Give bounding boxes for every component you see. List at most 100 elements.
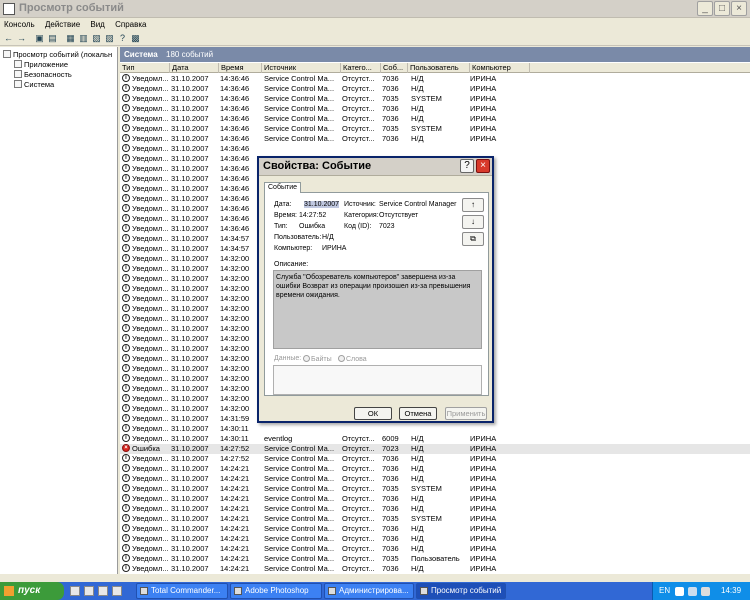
column-category[interactable]: Катего...	[341, 63, 381, 73]
table-cell: 31.10.2007	[171, 424, 209, 433]
task-total-commander[interactable]: Total Commander...	[136, 583, 228, 599]
menu-action[interactable]: Действие	[41, 18, 84, 29]
language-indicator[interactable]: EN	[659, 582, 670, 600]
tree-item-application[interactable]: Приложение	[14, 60, 68, 70]
table-row[interactable]: i Уведомл... 31.10.2007 14:24:21 Service Con…	[120, 484, 750, 494]
table-cell: 7036	[382, 524, 399, 533]
next-event-button[interactable]: ↓	[462, 215, 484, 229]
tree-item-security[interactable]: Безопасность	[14, 70, 72, 80]
table-cell: 31.10.2007	[171, 474, 209, 483]
ok-button[interactable]: ОК	[354, 407, 392, 420]
previous-event-button[interactable]: ↑	[462, 198, 484, 212]
table-cell: 31.10.2007	[171, 494, 209, 503]
table-row[interactable]: × Ошибка 31.10.2007 14:27:52 Service Control…	[120, 444, 750, 454]
info-icon: i	[122, 394, 130, 402]
list-icon[interactable]: ▧	[91, 33, 102, 44]
task-event-viewer[interactable]: Просмотр событий	[416, 583, 506, 599]
table-row[interactable]: i Уведомл... 31.10.2007 14:36:46 Service Con…	[120, 74, 750, 84]
apply-button[interactable]: Применить	[445, 407, 487, 420]
back-icon[interactable]: ←	[3, 33, 14, 44]
column-event[interactable]: Соб...	[381, 63, 408, 73]
menu-view[interactable]: Вид	[86, 18, 108, 29]
column-source[interactable]: Источник	[262, 63, 341, 73]
table-row[interactable]: i Уведомл... 31.10.2007 14:24:21 Service Con…	[120, 534, 750, 544]
table-row[interactable]: i Уведомл... 31.10.2007 14:30:11	[120, 424, 750, 434]
dialog-titlebar[interactable]: Свойства: Событие ? ×	[259, 158, 492, 176]
table-cell: 31.10.2007	[171, 444, 209, 453]
properties-icon[interactable]: ▦	[65, 33, 76, 44]
start-button[interactable]: пуск	[0, 582, 64, 600]
tray-icon[interactable]	[675, 587, 684, 596]
up-folder-icon[interactable]: ▣	[34, 33, 45, 44]
table-cell: Service Control Ma...	[264, 534, 335, 543]
table-row[interactable]: i Уведомл... 31.10.2007 14:36:46 Service Con…	[120, 94, 750, 104]
table-cell: Уведомл...	[132, 484, 169, 493]
dialog-help-button[interactable]: ?	[460, 159, 474, 173]
table-row[interactable]: i Уведомл... 31.10.2007 14:36:46 Service Con…	[120, 84, 750, 94]
table-cell: 7036	[382, 544, 399, 553]
table-row[interactable]: i Уведомл... 31.10.2007 14:24:21 Service Con…	[120, 464, 750, 474]
table-cell: 14:34:57	[220, 244, 250, 253]
table-row[interactable]: i Уведомл... 31.10.2007 14:24:21 Service Con…	[120, 544, 750, 554]
tray-icon[interactable]	[688, 587, 697, 596]
tree-root[interactable]: Просмотр событий (локальн	[3, 50, 112, 60]
tree-item-system[interactable]: Система	[14, 80, 54, 90]
quicklaunch-more-icon[interactable]	[112, 586, 122, 596]
console-icon[interactable]: ▩	[130, 33, 141, 44]
data-field[interactable]	[273, 365, 482, 395]
column-date[interactable]: Дата	[170, 63, 219, 73]
table-cell: 31.10.2007	[171, 224, 209, 233]
description-text[interactable]: Служба "Обозреватель компьютеров" заверш…	[273, 270, 482, 349]
help-icon[interactable]: ?	[117, 33, 128, 44]
show-tree-icon[interactable]: ▤	[47, 33, 58, 44]
column-time[interactable]: Время	[219, 63, 262, 73]
table-row[interactable]: i Уведомл... 31.10.2007 14:24:21 Service Con…	[120, 504, 750, 514]
desktop-icon[interactable]	[70, 586, 80, 596]
column-user[interactable]: Пользователь	[408, 63, 470, 73]
column-type[interactable]: Тип	[120, 63, 170, 73]
minimize-button[interactable]: _	[697, 1, 713, 16]
table-cell: Уведомл...	[132, 94, 169, 103]
computer-value: ИРИНА	[322, 245, 347, 252]
words-radio[interactable]: Слова	[338, 355, 367, 363]
table-cell: 14:32:00	[220, 374, 250, 383]
maximize-button[interactable]: □	[714, 1, 730, 16]
forward-icon[interactable]: →	[16, 33, 27, 44]
task-photoshop[interactable]: Adobe Photoshop	[230, 583, 322, 599]
table-row[interactable]: i Уведомл... 31.10.2007 14:24:21 Service Con…	[120, 554, 750, 564]
table-row[interactable]: i Уведомл... 31.10.2007 14:24:21 Service Con…	[120, 564, 750, 574]
table-row[interactable]: i Уведомл... 31.10.2007 14:24:21 Service Con…	[120, 494, 750, 504]
browser-icon[interactable]	[84, 586, 94, 596]
refresh-icon[interactable]: ▨	[104, 33, 115, 44]
table-row[interactable]: i Уведомл... 31.10.2007 14:24:21 Service Con…	[120, 514, 750, 524]
table-row[interactable]: i Уведомл... 31.10.2007 14:30:11 eventlog Отс…	[120, 434, 750, 444]
table-row[interactable]: i Уведомл... 31.10.2007 14:36:46 Service Con…	[120, 124, 750, 134]
menu-console[interactable]: Консоль	[0, 18, 39, 29]
table-row[interactable]: i Уведомл... 31.10.2007 14:36:46 Service Con…	[120, 134, 750, 144]
table-row[interactable]: i Уведомл... 31.10.2007 14:36:46	[120, 144, 750, 154]
table-row[interactable]: i Уведомл... 31.10.2007 14:24:21 Service Con…	[120, 474, 750, 484]
tab-event[interactable]: Событие	[264, 182, 301, 193]
close-button[interactable]: ×	[731, 1, 747, 16]
table-row[interactable]: i Уведомл... 31.10.2007 14:27:52 Service Con…	[120, 454, 750, 464]
table-row[interactable]: i Уведомл... 31.10.2007 14:24:21 Service Con…	[120, 524, 750, 534]
date-value[interactable]: 31.10.2007	[304, 201, 340, 208]
window-titlebar[interactable]: Просмотр событий _ □ ×	[0, 0, 750, 18]
menu-help[interactable]: Справка	[111, 18, 150, 29]
dialog-close-button[interactable]: ×	[476, 159, 490, 173]
volume-icon[interactable]	[701, 587, 710, 596]
export-icon[interactable]: ▥	[78, 33, 89, 44]
media-icon[interactable]	[98, 586, 108, 596]
bytes-radio[interactable]: Байты	[303, 355, 332, 363]
table-row[interactable]: i Уведомл... 31.10.2007 14:36:46 Service Con…	[120, 114, 750, 124]
table-cell: Уведомл...	[132, 494, 169, 503]
table-cell: Н/Д	[411, 524, 424, 533]
table-row[interactable]: i Уведомл... 31.10.2007 14:36:46 Service Con…	[120, 104, 750, 114]
column-computer[interactable]: Компьютер	[470, 63, 530, 73]
table-cell: 31.10.2007	[171, 74, 209, 83]
task-administration[interactable]: Администрирова...	[324, 583, 414, 599]
copy-event-button[interactable]: ⧉	[462, 232, 484, 246]
cancel-button[interactable]: Отмена	[399, 407, 437, 420]
clock[interactable]: 14:39	[721, 582, 741, 600]
table-cell: ИРИНА	[470, 454, 497, 463]
